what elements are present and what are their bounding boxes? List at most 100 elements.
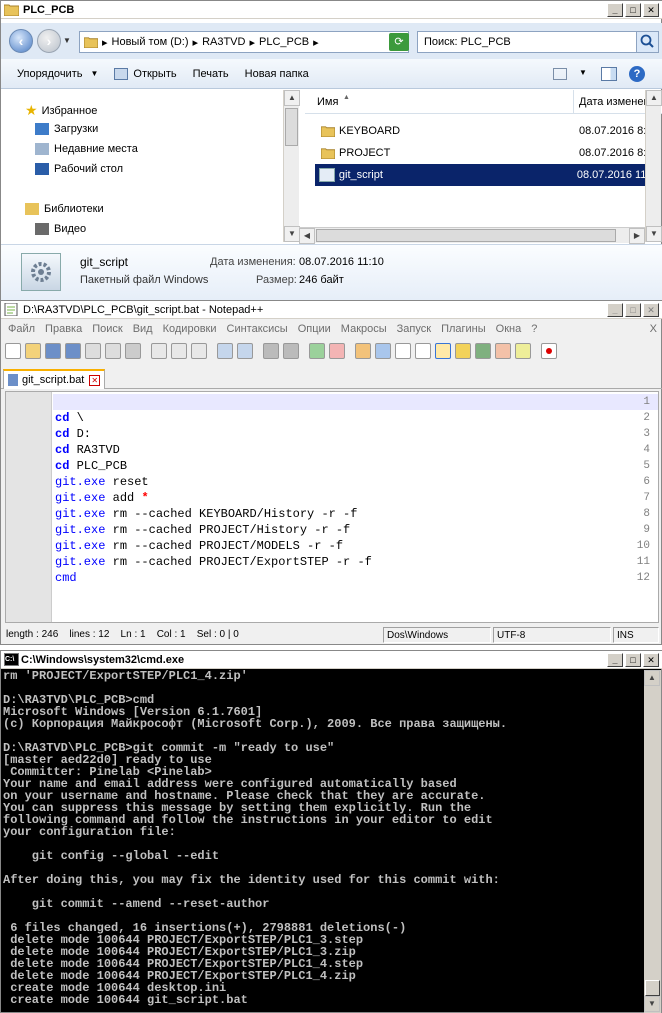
status-mode[interactable]: INS <box>613 627 659 643</box>
save-icon[interactable] <box>45 343 61 359</box>
nav-libraries[interactable]: Библиотеки <box>25 203 104 215</box>
new-file-icon[interactable] <box>5 343 21 359</box>
menu-settings[interactable]: Опции <box>298 323 331 335</box>
back-button[interactable]: ‹ <box>9 29 33 53</box>
open-file-icon[interactable] <box>25 343 41 359</box>
undo-icon[interactable] <box>217 343 233 359</box>
nav-favorites[interactable]: ★ Избранное <box>25 102 97 119</box>
status-eol[interactable]: Dos\Windows <box>383 627 491 643</box>
print-button[interactable]: Печать <box>193 68 229 80</box>
horizontal-scrollbar[interactable]: ◀ ▶ <box>299 227 645 244</box>
maximize-button[interactable]: □ <box>625 303 641 317</box>
doc-map-icon[interactable] <box>475 343 491 359</box>
console-scrollbar[interactable]: ▲ ▼ <box>644 670 661 1013</box>
status-encoding[interactable]: UTF-8 <box>493 627 611 643</box>
show-all-chars-icon[interactable] <box>415 343 431 359</box>
search-input[interactable]: Поиск: PLC_PCB <box>417 31 659 53</box>
scroll-down-icon[interactable]: ▼ <box>284 226 300 242</box>
new-folder-button[interactable]: Новая папка <box>245 68 309 80</box>
files-scrollbar[interactable]: ▲ ▼ <box>645 90 662 242</box>
maximize-button[interactable]: □ <box>625 653 641 667</box>
function-list-icon[interactable] <box>495 343 511 359</box>
search-icon[interactable] <box>636 32 658 52</box>
open-button[interactable]: Открыть <box>114 67 177 80</box>
menu-run[interactable]: Запуск <box>397 323 431 335</box>
column-name[interactable]: Имя <box>317 96 338 108</box>
menu-encoding[interactable]: Кодировки <box>163 323 217 335</box>
scroll-down-icon[interactable]: ▼ <box>644 996 660 1012</box>
scroll-thumb[interactable] <box>285 108 298 146</box>
file-row[interactable]: PROJECT 08.07.2016 8:17 <box>315 142 661 164</box>
history-dropdown-icon[interactable]: ▼ <box>63 36 71 45</box>
tab-git-script[interactable]: git_script.bat ✕ <box>3 369 105 389</box>
menu-file[interactable]: Файл <box>8 323 35 335</box>
menu-edit[interactable]: Правка <box>45 323 82 335</box>
address-field[interactable]: ▸ Новый том (D:) ▸ RA3TVD ▸ PLC_PCB ▸ ▼ <box>79 31 409 53</box>
nav-recent[interactable]: Недавние места <box>35 143 138 155</box>
minimize-button[interactable]: _ <box>607 653 623 667</box>
zoom-in-icon[interactable] <box>309 343 325 359</box>
scroll-left-icon[interactable]: ◀ <box>299 228 315 244</box>
replace-icon[interactable] <box>283 343 299 359</box>
breadcrumb-item[interactable]: Новый том (D:) <box>112 36 189 48</box>
sync-v-icon[interactable] <box>355 343 371 359</box>
user-lang-icon[interactable] <box>455 343 471 359</box>
zoom-out-icon[interactable] <box>329 343 345 359</box>
minimize-button[interactable]: _ <box>607 303 623 317</box>
close-file-icon[interactable] <box>85 343 101 359</box>
indent-guide-icon[interactable] <box>435 343 451 359</box>
menu-view[interactable]: Вид <box>133 323 153 335</box>
save-all-icon[interactable] <box>65 343 81 359</box>
scroll-up-icon[interactable]: ▲ <box>644 670 660 686</box>
preview-pane-icon[interactable] <box>601 67 617 81</box>
find-icon[interactable] <box>263 343 279 359</box>
menu-search[interactable]: Поиск <box>92 323 122 335</box>
scroll-up-icon[interactable]: ▲ <box>284 90 300 106</box>
nav-scrollbar[interactable]: ▲ ▼ <box>283 90 300 242</box>
scroll-right-icon[interactable]: ▶ <box>629 228 645 244</box>
redo-icon[interactable] <box>237 343 253 359</box>
scroll-thumb[interactable] <box>316 229 616 242</box>
menu-plugins[interactable]: Плагины <box>441 323 486 335</box>
refresh-icon[interactable]: ⟳ <box>389 33 409 51</box>
scroll-thumb[interactable] <box>645 980 660 996</box>
file-row-selected[interactable]: git_script 08.07.2016 11:10 <box>315 164 661 186</box>
window-title: PLC_PCB <box>23 3 75 16</box>
print-icon[interactable] <box>125 343 141 359</box>
console-output[interactable]: rm 'PROJECT/ExportSTEP/PLC1_4.zip' D:\RA3… <box>3 670 643 1012</box>
copy-icon[interactable] <box>171 343 187 359</box>
sync-h-icon[interactable] <box>375 343 391 359</box>
maximize-button[interactable]: □ <box>625 3 641 17</box>
nav-desktop[interactable]: Рабочий стол <box>35 163 123 175</box>
scroll-up-icon[interactable]: ▲ <box>646 90 662 106</box>
minimize-button[interactable]: _ <box>607 3 623 17</box>
menu-help[interactable]: ? <box>531 323 537 335</box>
scroll-down-icon[interactable]: ▼ <box>646 226 662 242</box>
organize-button[interactable]: Упорядочить ▼ <box>17 68 98 80</box>
paste-icon[interactable] <box>191 343 207 359</box>
close-document-icon[interactable]: X <box>650 323 657 335</box>
close-all-icon[interactable] <box>105 343 121 359</box>
breadcrumb-item[interactable]: RA3TVD <box>202 36 245 48</box>
close-button[interactable]: ✕ <box>643 653 659 667</box>
nav-downloads[interactable]: Загрузки <box>35 123 98 135</box>
help-icon[interactable]: ? <box>629 66 645 82</box>
nav-video[interactable]: Видео <box>35 223 86 235</box>
breadcrumb-item[interactable]: PLC_PCB <box>259 36 309 48</box>
line-number: 8 <box>643 508 650 520</box>
forward-button[interactable]: › <box>37 29 61 53</box>
cut-icon[interactable] <box>151 343 167 359</box>
menu-macro[interactable]: Макросы <box>341 323 387 335</box>
view-dropdown-icon[interactable]: ▼ <box>579 68 587 77</box>
file-row[interactable]: KEYBOARD 08.07.2016 8:17 <box>315 120 661 142</box>
folder-workspace-icon[interactable] <box>515 343 531 359</box>
menu-language[interactable]: Синтаксисы <box>227 323 288 335</box>
word-wrap-icon[interactable] <box>395 343 411 359</box>
close-tab-icon[interactable]: ✕ <box>89 374 101 386</box>
menu-window[interactable]: Окна <box>496 323 522 335</box>
view-options-icon[interactable] <box>553 68 567 80</box>
close-button[interactable]: ✕ <box>643 3 659 17</box>
code-editor[interactable]: 1 2 3 4 5 6 7 8 9 10 11 12 cd \ cd D: cd RA3TVD cd PLC… <box>5 391 659 623</box>
close-button[interactable]: ✕ <box>643 303 659 317</box>
record-macro-icon[interactable] <box>541 343 557 359</box>
